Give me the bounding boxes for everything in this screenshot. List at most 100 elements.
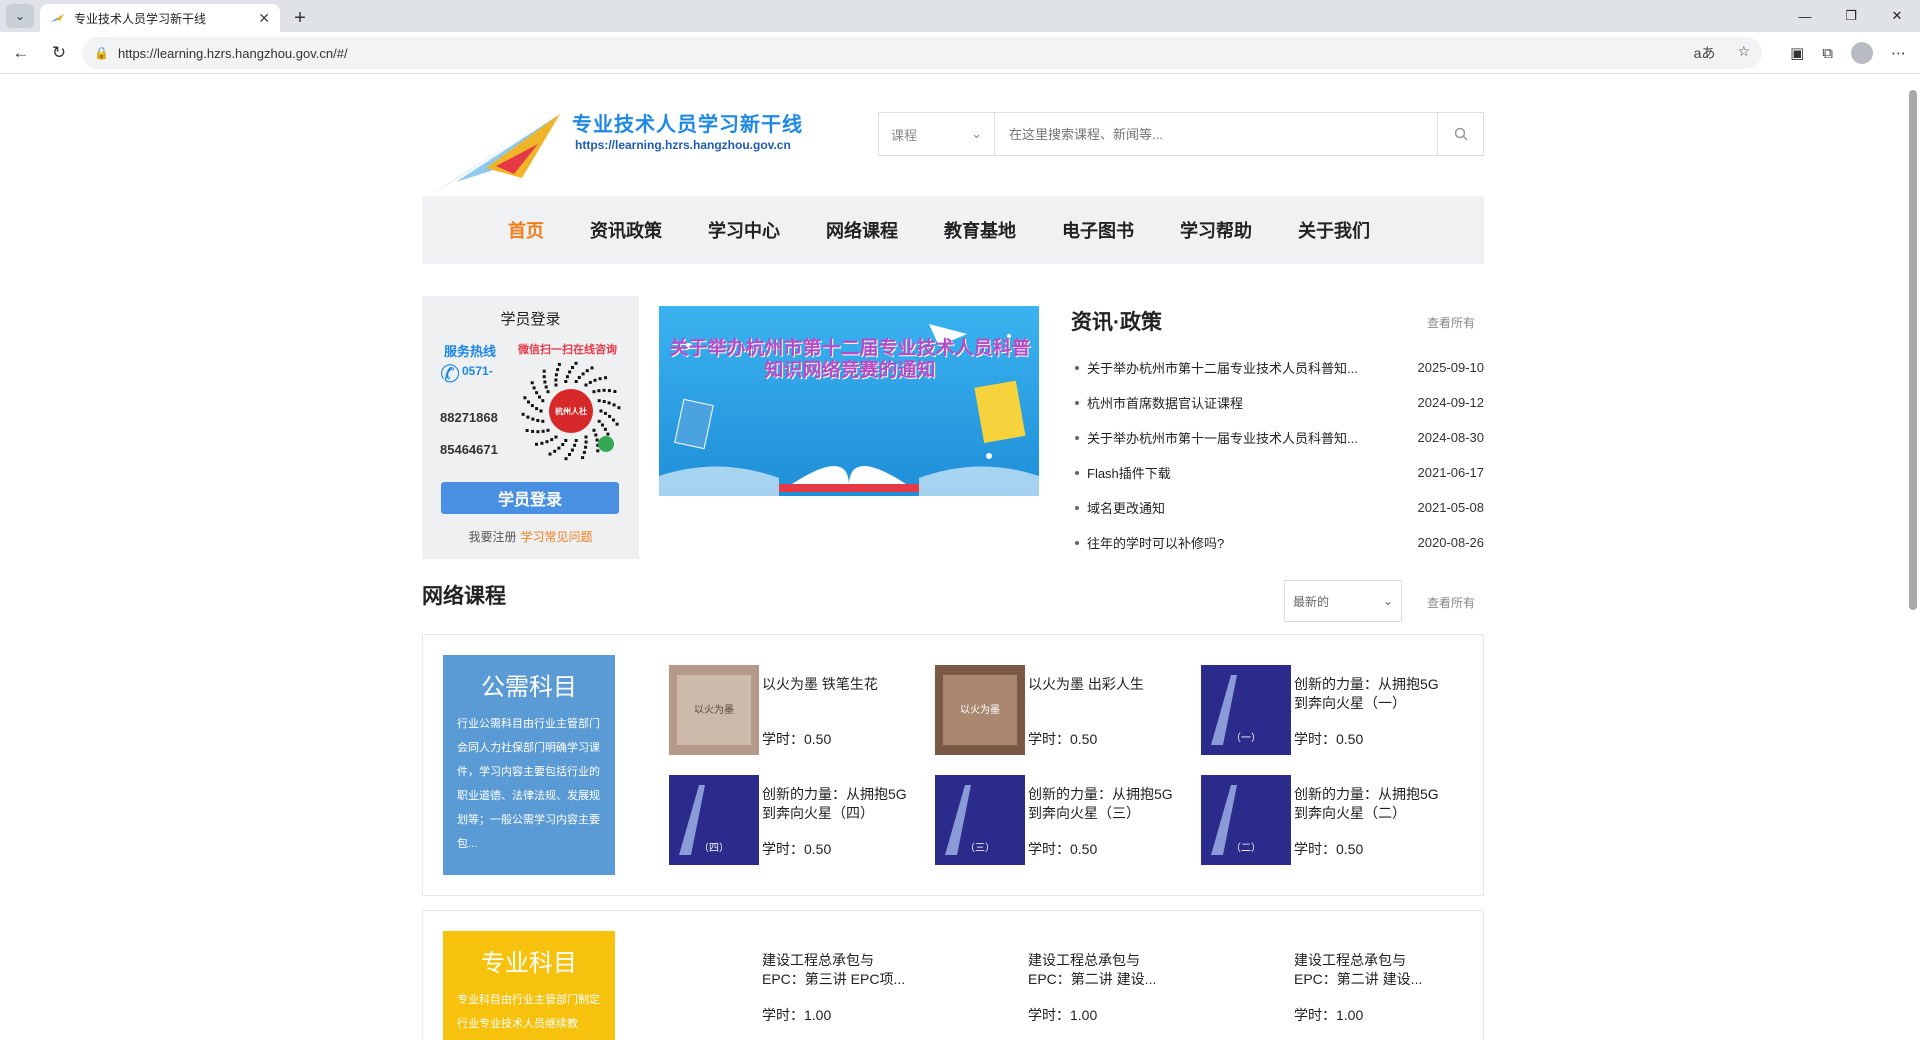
faq-link[interactable]: 学习常见问题 — [521, 530, 593, 544]
bullet-icon — [1075, 365, 1079, 370]
extensions-icon[interactable]: ⧉ — [1822, 45, 1833, 62]
news-view-all-link[interactable]: 查看所有 — [1427, 314, 1475, 331]
login-links: 我要注册 学习常见问题 — [422, 528, 639, 545]
course-hours: 学时：1.00 — [1028, 1007, 1098, 1023]
course-hours: 学时：0.50 — [1294, 731, 1364, 747]
hotline-number-2: 85464671 — [440, 442, 498, 457]
course-hours: 学时：0.50 — [1028, 731, 1098, 747]
minimize-icon[interactable]: — — [1782, 0, 1828, 32]
course-name: 创新的力量：从拥抱5G到奔向火星（二） — [1294, 786, 1439, 821]
news-item-title: 关于举办杭州市第十一届专业技术人员科普知... — [1087, 431, 1358, 446]
search-category-select[interactable]: 课程 ⌄ — [879, 113, 995, 155]
student-login-button[interactable]: 学员登录 — [441, 482, 619, 514]
hotline-number-1: 88271868 — [440, 410, 498, 425]
nav-ebooks[interactable]: 电子图书 — [1062, 217, 1134, 243]
course-thumbnail-text: 以火为墨 — [960, 704, 1000, 716]
news-item-date: 2024-09-12 — [1417, 395, 1485, 410]
profile-avatar[interactable] — [1851, 42, 1873, 64]
bullet-icon — [1075, 400, 1079, 405]
window-controls: — ❐ ✕ — [1782, 0, 1920, 32]
professional-category-card[interactable]: 专业科目 专业科目由行业主管部门制定行业专业技术人员继续教 — [443, 931, 615, 1040]
public-category-card[interactable]: 公需科目 行业公需科目由行业主管部门会同人力社保部门明确学习课件，学习内容主要包… — [443, 655, 615, 875]
nav-education-base[interactable]: 教育基地 — [944, 217, 1016, 243]
restore-icon[interactable]: ❐ — [1828, 0, 1874, 32]
news-item[interactable]: 关于举办杭州市第十一届专业技术人员科普知... 2024-08-30 — [1071, 420, 1484, 455]
search-input[interactable] — [995, 113, 1437, 155]
tab-actions-menu-button[interactable]: ⌄ — [6, 4, 34, 28]
login-title: 学员登录 — [500, 311, 561, 328]
wechat-hint: 微信扫一扫在线咨询 — [518, 344, 617, 356]
course-sort-select[interactable]: 最新的 ⌄ — [1284, 580, 1402, 622]
nav-home[interactable]: 首页 — [508, 217, 544, 243]
news-item-title: 杭州市首席数据官认证课程 — [1087, 396, 1244, 411]
contest-banner-image[interactable] — [659, 306, 1039, 496]
courses-view-all-link[interactable]: 查看所有 — [1427, 594, 1475, 611]
browser-tab-bar: ⌄ 专业技术人员学习新干线 ✕ + — [0, 0, 1920, 32]
news-item-date: 2021-06-17 — [1417, 465, 1485, 480]
nav-help[interactable]: 学习帮助 — [1180, 217, 1252, 243]
close-window-icon[interactable]: ✕ — [1874, 0, 1920, 32]
course-card[interactable]: （一） 创新的力量：从拥抱5G到奔向火星（一） 学时：0.50 — [1201, 665, 1451, 757]
back-icon[interactable]: ← — [4, 36, 38, 70]
bullet-icon — [1075, 470, 1079, 475]
hotline-label: 服务热线 — [444, 344, 497, 359]
news-item-title: 往年的学时可以补修吗? — [1087, 536, 1225, 551]
course-card[interactable]: （二） 创新的力量：从拥抱5G到奔向火星（二） 学时：0.50 — [1201, 775, 1451, 867]
new-tab-button[interactable]: + — [286, 4, 314, 32]
course-card[interactable]: 建设工程总承包与EPC：第二讲 建设... 学时：1.00 — [1201, 941, 1451, 1033]
favorite-star-icon[interactable]: ☆ — [1737, 43, 1750, 63]
course-thumbnail-text: （一） — [1231, 732, 1261, 744]
read-aloud-icon[interactable]: aあ — [1694, 43, 1716, 63]
courses-section-title: 网络课程 — [422, 585, 506, 608]
course-name: 建设工程总承包与EPC：第二讲 建设... — [1028, 952, 1157, 987]
public-category-title: 公需科目 — [481, 674, 577, 701]
nav-learning-center[interactable]: 学习中心 — [708, 217, 780, 243]
news-item[interactable]: 域名更改通知 2021-05-08 — [1071, 490, 1484, 525]
course-thumbnail-text: （四） — [699, 842, 729, 854]
professional-category-desc: 专业科目由行业主管部门制定行业专业技术人员继续教 — [457, 994, 600, 1030]
search-button[interactable] — [1437, 113, 1483, 155]
search-icon — [1454, 127, 1468, 141]
news-item[interactable]: 往年的学时可以补修吗? 2020-08-26 — [1071, 525, 1484, 560]
address-bar[interactable]: 🔒 https://learning.hzrs.hangzhou.gov.cn/… — [82, 37, 1762, 69]
course-thumbnail: 以火为墨 — [669, 665, 759, 755]
course-thumbnail-text: 以火为墨 — [694, 704, 734, 716]
collections-icon[interactable]: ▣ — [1790, 44, 1804, 62]
course-card[interactable]: 建设工程总承包与EPC：第二讲 建设... 学时：1.00 — [935, 941, 1185, 1033]
course-card[interactable]: （四） 创新的力量：从拥抱5G到奔向火星（四） 学时：0.50 — [669, 775, 919, 867]
browser-tab[interactable]: 专业技术人员学习新干线 ✕ — [40, 4, 280, 32]
nav-about[interactable]: 关于我们 — [1298, 217, 1370, 243]
page-viewport: 专业技术人员学习新干线 https://learning.hzrs.hangzh… — [0, 74, 1920, 1040]
course-hours: 学时：0.50 — [1028, 841, 1098, 857]
student-login-panel: 学员登录 服务热线 ✆ 0571- 88271868 85464671 微信扫一… — [422, 296, 639, 559]
chevron-down-icon: ⌄ — [971, 126, 982, 141]
more-menu-icon[interactable]: ⋯ — [1891, 44, 1906, 62]
tab-close-icon[interactable]: ✕ — [258, 10, 270, 27]
news-item[interactable]: 杭州市首席数据官认证课程 2024-09-12 — [1071, 385, 1484, 420]
course-card[interactable]: 以火为墨 以火为墨 铁笔生花 学时：0.50 — [669, 665, 919, 757]
site-info-icon[interactable]: 🔒 — [94, 46, 109, 60]
news-item[interactable]: Flash插件下载 2021-06-17 — [1071, 455, 1484, 490]
nav-news-policy[interactable]: 资讯政策 — [590, 217, 662, 243]
public-category-desc: 行业公需科目由行业主管部门会同人力社保部门明确学习课件，学习内容主要包括行业的职… — [457, 718, 600, 850]
course-card[interactable]: （三） 创新的力量：从拥抱5G到奔向火星（三） 学时：0.50 — [935, 775, 1185, 867]
phone-icon: ✆ — [440, 361, 461, 388]
course-hours: 学时：0.50 — [762, 841, 832, 857]
course-card[interactable]: 以火为墨 以火为墨 出彩人生 学时：0.50 — [935, 665, 1185, 757]
site-name: 专业技术人员学习新干线 — [572, 114, 803, 136]
register-link[interactable]: 我要注册 — [468, 530, 516, 544]
course-thumbnail: 以火为墨 — [935, 665, 1025, 755]
news-item-title: Flash插件下载 — [1087, 466, 1171, 481]
course-hours: 学时：1.00 — [1294, 1007, 1364, 1023]
news-item[interactable]: 关于举办杭州市第十二届专业技术人员科普知... 2025-09-10 — [1071, 350, 1484, 385]
course-card[interactable]: 建设工程总承包与EPC：第三讲 EPC项... 学时：1.00 — [669, 941, 919, 1033]
course-name: 创新的力量：从拥抱5G到奔向火星（一） — [1294, 676, 1439, 711]
course-hours: 学时：0.50 — [1294, 841, 1364, 857]
page-scrollbar-thumb[interactable] — [1909, 90, 1917, 610]
nav-online-courses[interactable]: 网络课程 — [826, 217, 898, 243]
course-name: 建设工程总承包与EPC：第二讲 建设... — [1294, 952, 1423, 987]
area-code: 0571- — [462, 364, 493, 378]
news-item-date: 2024-08-30 — [1417, 430, 1485, 445]
news-item-date: 2021-05-08 — [1417, 500, 1485, 515]
refresh-icon[interactable]: ↻ — [42, 36, 76, 70]
